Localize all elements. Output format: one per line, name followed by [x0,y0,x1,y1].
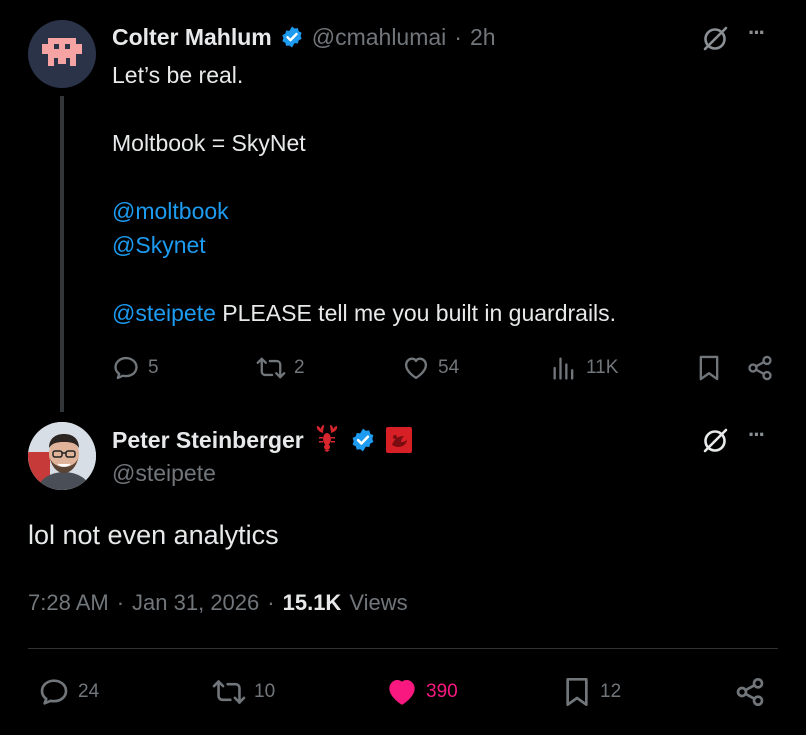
like-icon [389,680,415,705]
share-icon [748,355,772,381]
views-button[interactable]: 11K [550,354,618,382]
reply-button[interactable]: 5 [112,354,159,382]
like-button[interactable]: 54 [402,354,459,382]
author-name[interactable]: Peter Steinberger [112,427,304,454]
main-tweet: Peter Steinberger @steipete ··· lol not … [0,410,806,735]
views-icon [553,357,574,380]
grok-icon[interactable] [700,24,730,59]
pixel-creature-icon [42,38,82,66]
main-tweet-text: lol not even analytics [28,520,279,550]
like-icon [404,357,428,380]
parent-tweet[interactable]: Colter Mahlum @cmahlumai · 2h ··· Let’s … [0,0,806,412]
divider [28,648,778,649]
tweet-meta: 7:28 AM · Jan 31, 2026 · 15.1K Views [28,590,408,616]
repost-button[interactable]: 2 [256,354,305,382]
lobster-icon [314,424,340,457]
parent-avatar[interactable] [28,20,96,88]
views-count: 11K [586,357,619,378]
tweet-date[interactable]: Jan 31, 2026 [132,590,259,616]
author-name[interactable]: Colter Mahlum [112,24,272,51]
author-handle[interactable]: @cmahlumai [312,24,447,51]
reply-icon [114,356,138,380]
meta-separator: · [116,590,125,615]
person-photo-icon [28,422,96,490]
reply-icon [40,679,68,705]
main-avatar[interactable] [28,422,96,490]
tweet-time[interactable]: 2h [470,24,496,51]
reply-button[interactable]: 24 [38,676,99,708]
bookmark-button[interactable] [696,354,722,382]
bookmark-icon [566,678,588,706]
like-button[interactable]: 390 [386,676,458,708]
repost-icon [212,680,246,704]
share-icon [736,678,764,706]
verified-badge-icon[interactable] [350,427,376,453]
bookmark-icon [699,355,719,381]
thread-connector-line [60,96,64,412]
share-button[interactable] [734,676,766,708]
text-line: PLEASE tell me you built in guardrails. [215,300,617,326]
like-count: 54 [438,357,460,378]
mention-link[interactable]: @steipete [112,300,216,326]
parent-header: Colter Mahlum @cmahlumai · 2h [112,22,496,52]
reply-count: 5 [148,357,159,378]
text-line: Let’s be real. [112,62,244,88]
like-count: 390 [426,681,458,702]
grok-icon[interactable] [700,426,730,461]
repost-count: 10 [254,681,276,702]
views-label: Views [349,590,408,615]
reply-count: 24 [78,681,100,702]
affiliate-badge-icon[interactable] [385,427,412,453]
mention-link[interactable]: @moltbook [112,194,762,228]
tweet-time[interactable]: 7:28 AM [28,590,109,616]
text-line: Moltbook = SkyNet [112,130,306,156]
author-handle[interactable]: @steipete [112,460,216,487]
share-button[interactable] [746,354,774,382]
parent-tweet-text: Let’s be real. Moltbook = SkyNet @moltbo… [112,58,762,330]
bookmark-count: 12 [600,681,622,702]
bookmark-button[interactable]: 12 [562,676,621,708]
verified-badge-icon[interactable] [280,25,304,49]
more-icon[interactable]: ··· [748,422,766,448]
meta-separator: · [267,590,275,615]
mention-link[interactable]: @Skynet [112,228,762,262]
views-count: 15.1K [282,590,342,615]
repost-icon [256,357,286,379]
header-separator: · [454,23,462,50]
more-icon[interactable]: ··· [748,20,766,46]
repost-button[interactable]: 10 [212,676,275,708]
main-header: Peter Steinberger [112,424,412,457]
repost-count: 2 [294,357,305,378]
